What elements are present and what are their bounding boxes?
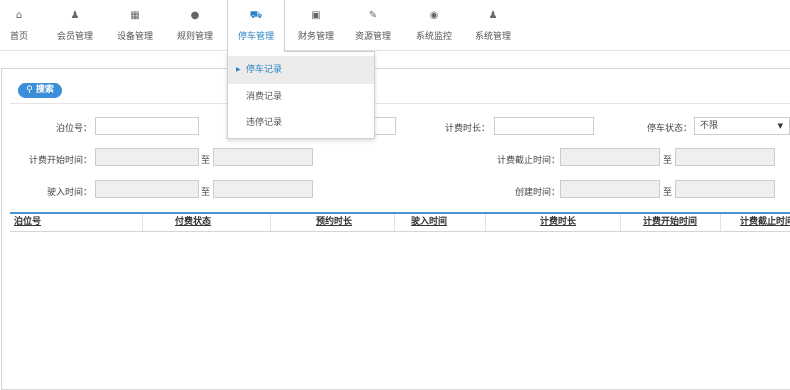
- search-label: 搜索: [35, 85, 54, 95]
- create-time-to[interactable]: [675, 180, 775, 198]
- enter-time-from[interactable]: [95, 180, 199, 198]
- nav-label: 规则管理: [176, 32, 213, 42]
- berth-input[interactable]: [95, 117, 199, 135]
- menu-item-parking-records[interactable]: ▶ 停车记录: [228, 56, 374, 84]
- enter-time-label: 驶入时间：: [46, 188, 92, 198]
- info-icon: ●: [190, 10, 200, 21]
- menu-item-label: 停车记录: [246, 65, 283, 75]
- eye-icon: ◉: [429, 10, 439, 21]
- column-header[interactable]: 预约时长: [316, 214, 352, 231]
- start-time-to[interactable]: [213, 148, 313, 166]
- column-divider: [270, 214, 271, 231]
- duration-label: 计费时长：: [444, 124, 490, 134]
- nav-finance[interactable]: ▣ 财务管理: [287, 0, 345, 50]
- nav-label: 设备管理: [116, 32, 153, 42]
- search-button[interactable]: ⚲ 搜索: [18, 83, 62, 98]
- menu-item-consumption-records[interactable]: 消费记录: [228, 83, 374, 111]
- top-nav: ⌂ 首页 ♟ 会员管理 ▦ 设备管理 ● 规则管理 ⛟ 停车管理 ▣ 财务管理 …: [0, 0, 790, 52]
- status-label: 停车状态：: [646, 124, 692, 134]
- column-header[interactable]: 泊位号: [14, 214, 41, 231]
- nav-label: 财务管理: [297, 32, 334, 42]
- nav-label: 系统监控: [415, 32, 452, 42]
- car-icon: ⛟: [249, 10, 263, 21]
- status-select[interactable]: 不限 ▼: [694, 117, 790, 135]
- nav-rules[interactable]: ● 规则管理: [166, 0, 224, 50]
- end-time-label: 计费截止时间：: [496, 156, 560, 166]
- column-divider: [142, 214, 143, 231]
- nav-devices[interactable]: ▦ 设备管理: [106, 0, 164, 50]
- menu-item-violation-records[interactable]: 违停记录: [228, 109, 374, 137]
- nav-monitor[interactable]: ◉ 系统监控: [405, 0, 463, 50]
- column-divider: [394, 214, 395, 231]
- column-header[interactable]: 付费状态: [175, 214, 211, 231]
- nav-label: 资源管理: [354, 32, 391, 42]
- device-icon: ▦: [130, 10, 140, 21]
- duration-input[interactable]: [494, 117, 594, 135]
- column-header[interactable]: 计费截止时间: [740, 214, 790, 231]
- start-time-label: 计费开始时间：: [28, 156, 92, 166]
- parking-dropdown: ▶ 停车记录 消费记录 违停记录: [227, 51, 375, 139]
- create-time-label: 创建时间：: [514, 188, 560, 198]
- to-label: 至: [663, 188, 673, 198]
- status-value: 不限: [700, 121, 719, 131]
- search-icon: ⚲: [26, 85, 33, 95]
- column-divider: [720, 214, 721, 231]
- nav-parking[interactable]: ⛟ 停车管理: [227, 0, 285, 52]
- to-label: 至: [663, 156, 673, 166]
- end-time-to[interactable]: [675, 148, 775, 166]
- menu-item-label: 消费记录: [246, 92, 283, 102]
- end-time-from[interactable]: [560, 148, 660, 166]
- nav-resources[interactable]: ✎ 资源管理: [344, 0, 402, 50]
- column-divider: [485, 214, 486, 231]
- edit-icon: ✎: [368, 10, 378, 21]
- menu-item-label: 违停记录: [246, 118, 283, 128]
- members-icon: ♟: [70, 10, 80, 21]
- finance-icon: ▣: [311, 10, 321, 21]
- nav-label: 会员管理: [56, 32, 93, 42]
- nav-label: 系统管理: [474, 32, 511, 42]
- column-header[interactable]: 驶入时间: [411, 214, 447, 231]
- to-label: 至: [201, 188, 211, 198]
- chevron-down-icon: ▼: [777, 122, 783, 130]
- home-icon: ⌂: [15, 10, 23, 21]
- to-label: 至: [201, 156, 211, 166]
- caret-right-icon: ▶: [236, 66, 241, 73]
- enter-time-to[interactable]: [213, 180, 313, 198]
- column-header[interactable]: 计费时长: [540, 214, 576, 231]
- divider: [10, 103, 790, 104]
- column-header[interactable]: 计费开始时间: [643, 214, 697, 231]
- system-icon: ♟: [488, 10, 498, 21]
- nav-home[interactable]: ⌂ 首页: [0, 0, 38, 50]
- start-time-from[interactable]: [95, 148, 199, 166]
- nav-members[interactable]: ♟ 会员管理: [46, 0, 104, 50]
- nav-label: 停车管理: [237, 32, 274, 42]
- column-divider: [620, 214, 621, 231]
- berth-label: 泊位号：: [55, 124, 92, 134]
- create-time-from[interactable]: [560, 180, 660, 198]
- table-header: 泊位号 付费状态 预约时长 驶入时间 计费时长 计费开始时间 计费截止时间: [10, 212, 790, 232]
- nav-label: 首页: [9, 32, 28, 42]
- nav-system[interactable]: ♟ 系统管理: [464, 0, 522, 50]
